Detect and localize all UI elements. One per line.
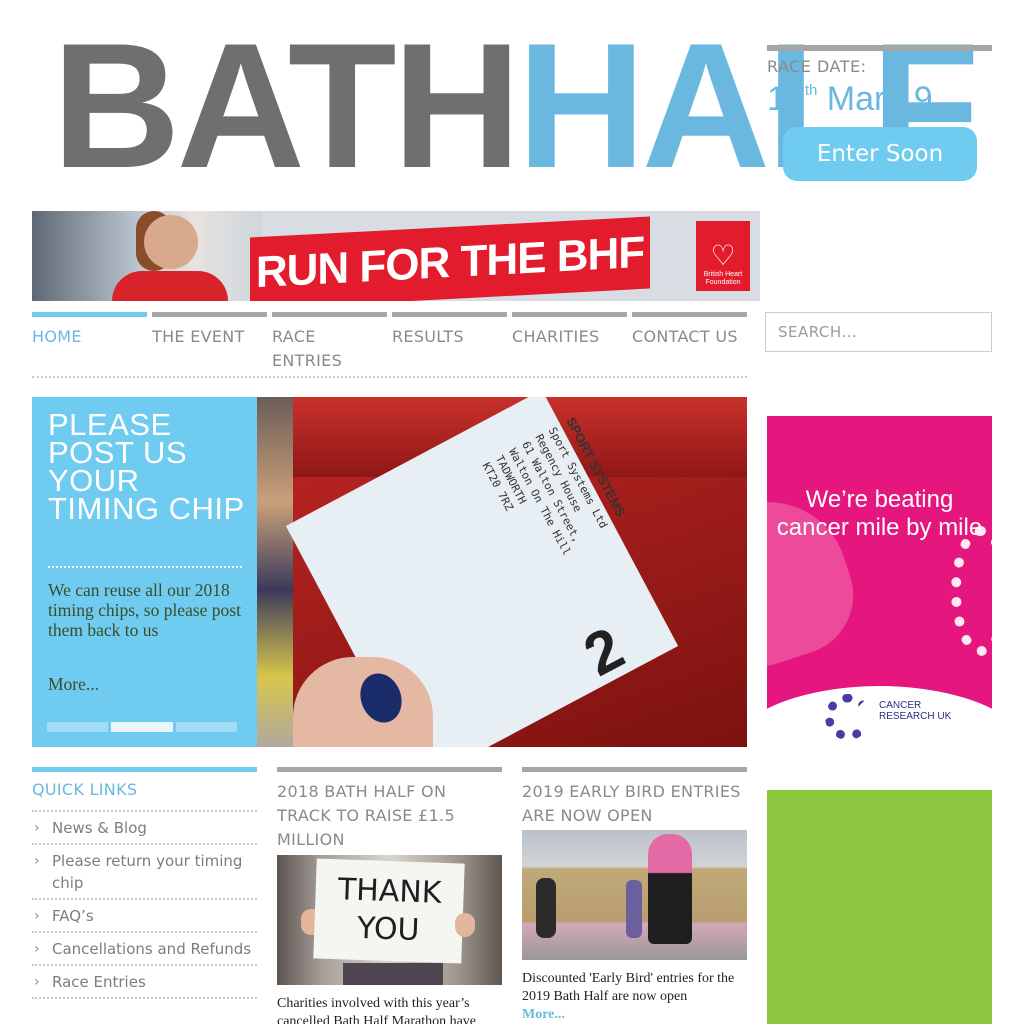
quick-link-faqs[interactable]: › FAQ’s bbox=[32, 900, 257, 933]
news-1-image[interactable]: THANK YOU bbox=[277, 855, 502, 985]
runner-figure bbox=[536, 878, 556, 938]
chevron-right-icon: › bbox=[34, 820, 40, 836]
quick-link-cancellations[interactable]: › Cancellations and Refunds bbox=[32, 933, 257, 966]
race-date-value: 17th Mar 19 bbox=[767, 80, 992, 119]
hand-right bbox=[455, 913, 475, 937]
dots-graphic bbox=[951, 526, 992, 656]
race-date-panel: RACE DATE: 17th Mar 19 bbox=[767, 45, 992, 119]
runner-head bbox=[144, 215, 198, 269]
nav-contact-us[interactable]: CONTACT US bbox=[632, 312, 747, 349]
news-2-more-link[interactable]: More... bbox=[522, 1007, 565, 1022]
thank-you-card: THANK YOU bbox=[313, 858, 465, 964]
news-2-text: Discounted 'Early Bird' entries for the … bbox=[522, 970, 747, 1024]
quick-link-label: Please return your timing chip bbox=[52, 852, 243, 892]
hero-text: We can reuse all our 2018 timing chips, … bbox=[48, 580, 241, 640]
hero-panel: PLEASE POST US YOUR TIMING CHIP We can r… bbox=[32, 397, 257, 747]
logo-bath: BATH bbox=[52, 6, 521, 205]
main-nav: HOME THE EVENT RACE ENTRIES RESULTS CHAR… bbox=[32, 312, 747, 378]
nav-charities[interactable]: CHARITIES bbox=[512, 312, 627, 349]
news-1-title[interactable]: 2018 BATH HALF ON TRACK TO RAISE £1.5 MI… bbox=[277, 780, 502, 852]
bhf-logo-text-2: Foundation bbox=[705, 279, 741, 286]
quick-link-label: Cancellations and Refunds bbox=[52, 940, 252, 958]
banner-headline: RUN FOR THE BHF bbox=[255, 227, 645, 298]
quick-links-title: QUICK LINKS bbox=[32, 780, 257, 812]
chevron-right-icon: › bbox=[34, 941, 40, 957]
bhf-banner[interactable]: RUN FOR THE BHF ♡ British Heart Foundati… bbox=[32, 211, 760, 301]
scarf bbox=[343, 963, 443, 985]
cancer-research-logo-text: CANCER RESEARCH UK bbox=[879, 700, 952, 722]
nav-the-event[interactable]: THE EVENT bbox=[152, 312, 267, 349]
slider-dot-2[interactable] bbox=[111, 722, 173, 732]
news-1-text: Charities involved with this year’s canc… bbox=[277, 996, 477, 1024]
cancer-research-headline: We’re beating cancer mile by mile bbox=[776, 486, 983, 541]
banner-headline-sign: RUN FOR THE BHF bbox=[250, 216, 650, 301]
enter-soon-button[interactable]: Enter Soon bbox=[783, 127, 977, 181]
quick-links: QUICK LINKS › News & Blog › Please return … bbox=[32, 767, 257, 999]
runner-figure bbox=[626, 880, 642, 938]
news-item-1: 2018 BATH HALF ON TRACK TO RAISE £1.5 MI… bbox=[277, 767, 502, 852]
runner-shirt bbox=[112, 271, 228, 301]
cancer-research-logo-icon bbox=[825, 694, 871, 740]
quick-link-label: News & Blog bbox=[52, 819, 147, 837]
quick-link-race-entries[interactable]: › Race Entries bbox=[32, 966, 257, 999]
race-month-year: Mar 19 bbox=[826, 80, 933, 118]
thank-you-card-line-2: YOU bbox=[356, 910, 421, 949]
hero-divider bbox=[48, 566, 242, 568]
news-2-title[interactable]: 2019 EARLY BIRD ENTRIES ARE NOW OPEN bbox=[522, 780, 747, 828]
thank-you-card-line-1: THANK bbox=[337, 872, 443, 911]
heart-icon: ♡ bbox=[710, 239, 736, 272]
quick-link-return-chip[interactable]: › Please return your timing chip bbox=[32, 845, 257, 900]
chevron-right-icon: › bbox=[34, 974, 40, 990]
nav-results[interactable]: RESULTS bbox=[392, 312, 507, 349]
hero-image[interactable]: SPORT SYSTEMS Sport Systems Ltd Regency H… bbox=[257, 397, 747, 747]
chevron-right-icon: › bbox=[34, 908, 40, 924]
slider-dot-3[interactable] bbox=[175, 722, 237, 732]
hero-crowd bbox=[257, 397, 293, 747]
race-day-suffix: th bbox=[804, 82, 818, 99]
runner-figure bbox=[648, 834, 692, 944]
race-day: 17 bbox=[767, 80, 805, 118]
slider-dots bbox=[47, 722, 237, 732]
news-2-image[interactable] bbox=[522, 830, 747, 960]
green-ad[interactable] bbox=[767, 790, 992, 1024]
quick-link-news-blog[interactable]: › News & Blog bbox=[32, 812, 257, 845]
nav-race-entries[interactable]: RACE ENTRIES bbox=[272, 312, 387, 373]
slider-dot-1[interactable] bbox=[47, 722, 109, 732]
nav-home[interactable]: HOME bbox=[32, 312, 147, 349]
bhf-logo: ♡ British Heart Foundation bbox=[696, 221, 750, 291]
quick-link-label: Race Entries bbox=[52, 973, 146, 991]
quick-link-label: FAQ’s bbox=[52, 907, 94, 925]
chevron-right-icon: › bbox=[34, 853, 40, 869]
search-input[interactable] bbox=[765, 312, 992, 352]
hero-title: PLEASE POST US YOUR TIMING CHIP bbox=[48, 407, 245, 526]
hero-more-link[interactable]: More... bbox=[48, 674, 99, 695]
news-2-text-body: Discounted 'Early Bird' entries for the … bbox=[522, 971, 735, 1004]
race-date-label: RACE DATE: bbox=[767, 57, 867, 76]
cancer-research-ad[interactable]: We’re beating cancer mile by mile CANCER… bbox=[767, 416, 992, 746]
news-item-2: 2019 EARLY BIRD ENTRIES ARE NOW OPEN bbox=[522, 767, 747, 828]
bhf-logo-text-1: British Heart bbox=[703, 271, 743, 278]
